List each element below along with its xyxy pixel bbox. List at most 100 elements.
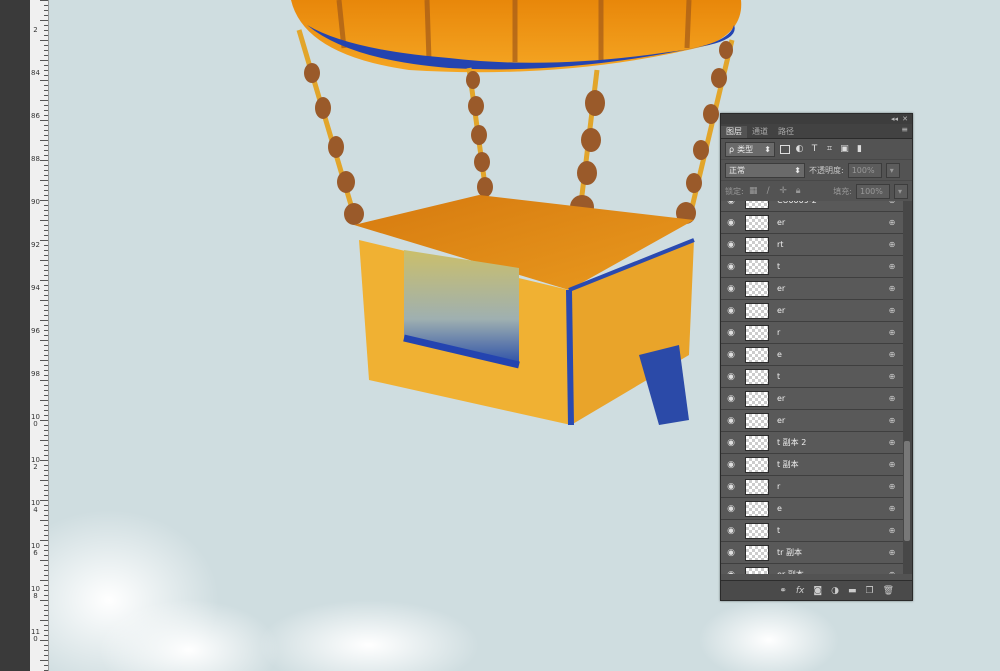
tab-paths[interactable]: 路径 [773,126,799,138]
visibility-eye-icon[interactable]: ◉ [721,201,741,206]
layer-name[interactable]: er [777,416,885,425]
lock-icon: ⊕ [888,438,896,447]
layer-row[interactable]: ◉ er ⊕ [721,278,903,300]
ruler-tick [44,5,48,6]
layer-row[interactable]: ◉ t 副本 2 ⊕ [721,432,903,454]
visibility-eye-icon[interactable]: ◉ [721,570,741,575]
panel-menu-icon[interactable]: ≡ [901,125,908,134]
layer-row[interactable]: ◉ er ⊕ [721,388,903,410]
layer-name[interactable]: rt [777,240,885,249]
lock-icon: ⊕ [885,201,899,205]
blend-mode-select[interactable]: 正常 ⬍ [725,162,805,178]
ruler-tick [44,415,48,416]
link-layers-icon[interactable]: ⚭ [779,586,787,596]
layer-row[interactable]: ◉ er ⊕ [721,300,903,322]
ruler-tick [40,320,48,321]
layer-row[interactable]: ◉ t ⊕ [721,256,903,278]
layer-name[interactable]: er [777,284,885,293]
layer-name[interactable]: e [777,350,885,359]
ruler-tick [44,350,48,351]
ruler-tick [44,145,48,146]
layer-row[interactable]: ◉ r ⊕ [721,476,903,498]
collapse-icon[interactable]: ◂◂ [891,114,898,124]
layer-name[interactable]: e [777,504,885,513]
adjustment-filter-icon[interactable]: ◐ [794,144,805,155]
layer-name[interactable]: er [777,306,885,315]
visibility-eye-icon[interactable]: ◉ [721,328,741,338]
visibility-eye-icon[interactable]: ◉ [721,372,741,382]
smart-object-filter-icon[interactable]: ▣ [839,144,850,155]
toggle-filter-icon[interactable]: ▮ [854,144,865,155]
ruler-tick [44,650,48,651]
visibility-eye-icon[interactable]: ◉ [721,284,741,294]
fx-icon[interactable]: fx [796,586,805,596]
layer-row[interactable]: ◉ t ⊕ [721,366,903,388]
layer-row[interactable]: ◉ r ⊕ [721,322,903,344]
opacity-field[interactable]: 100% [847,162,882,178]
add-mask-icon[interactable]: ◙ [813,586,822,596]
layer-row[interactable]: ◉ er 副本⊕ [721,564,903,574]
visibility-eye-icon[interactable]: ◉ [721,460,741,470]
text-filter-icon[interactable]: T [809,144,820,155]
new-group-icon[interactable]: ▬ [848,586,857,596]
visibility-eye-icon[interactable]: ◉ [721,394,741,404]
adjustment-layer-icon[interactable]: ◑ [831,586,839,596]
layer-row[interactable]: ◉ tr 副本 ⊕ [721,542,903,564]
visibility-eye-icon[interactable]: ◉ [721,306,741,316]
layers-scrollbar[interactable] [903,201,912,574]
visibility-eye-icon[interactable]: ◉ [721,504,741,514]
tab-layers[interactable]: 图层 [721,126,747,138]
opacity-arrow-icon[interactable]: ▾ [885,162,900,178]
layer-name[interactable]: er [777,218,885,227]
layer-name[interactable]: er [777,394,885,403]
visibility-eye-icon[interactable]: ◉ [721,526,741,536]
layer-name[interactable]: er 副本 [777,569,885,574]
layer-row[interactable]: ◉ rt ⊕ [721,234,903,256]
layer-name[interactable]: t 副本 2 [777,437,885,448]
lock-move-icon[interactable]: ✛ [778,186,789,197]
layer-row[interactable]: ◉ t ⊕ [721,520,903,542]
visibility-eye-icon[interactable]: ◉ [721,218,741,228]
visibility-eye-icon[interactable]: ◉ [721,438,741,448]
ruler-tick [44,585,48,586]
layer-row[interactable]: ◉ CU0009-2⊕ [721,201,903,212]
new-layer-icon[interactable]: ❐ [865,586,873,596]
layer-row[interactable]: ◉ e ⊕ [721,344,903,366]
visibility-eye-icon[interactable]: ◉ [721,350,741,360]
layer-row[interactable]: ◉ er ⊕ [721,410,903,432]
layer-row[interactable]: ◉ er ⊕ [721,212,903,234]
delete-layer-icon[interactable]: 🗑︎ [883,586,894,596]
lock-paint-icon[interactable]: ∕ [763,186,774,197]
fill-field[interactable]: 100% [856,183,890,199]
ruler-tick [44,215,48,216]
layer-name[interactable]: CU0009-2 [777,201,885,205]
layer-row[interactable]: ◉ t 副本 ⊕ [721,454,903,476]
lock-all-icon[interactable]: 🔒︎ [793,186,804,197]
visibility-eye-icon[interactable]: ◉ [721,548,741,558]
layers-list[interactable]: ◉CU0009-2⊕◉er⊕◉rt⊕◉t⊕◉er⊕◉er⊕◉r⊕◉e⊕◉t⊕◉e… [721,201,903,574]
ruler-tick [44,175,48,176]
lock-transparency-icon[interactable]: ▦ [748,186,759,197]
layer-thumbnail [745,456,769,473]
fill-arrow-icon[interactable]: ▾ [894,183,908,199]
filter-kind-select[interactable]: ρ 类型 ⬍ [725,141,775,157]
shape-filter-icon[interactable]: ⌗ [824,144,835,155]
layer-row[interactable]: ◉ e ⊕ [721,498,903,520]
layer-name[interactable]: r [777,328,885,337]
layer-name[interactable]: t 副本 [777,459,885,470]
layer-thumbnail [745,478,769,495]
layer-name[interactable]: t [777,526,885,535]
ruler-tick [44,545,48,546]
visibility-eye-icon[interactable]: ◉ [721,416,741,426]
scrollbar-thumb[interactable] [904,441,910,541]
layer-name[interactable]: r [777,482,885,491]
close-icon[interactable]: ✕ [902,114,908,124]
layer-name[interactable]: t [777,262,885,271]
visibility-eye-icon[interactable]: ◉ [721,482,741,492]
visibility-eye-icon[interactable]: ◉ [721,262,741,272]
tab-channels[interactable]: 通道 [747,126,773,138]
layer-name[interactable]: tr 副本 [777,547,885,558]
layer-name[interactable]: t [777,372,885,381]
image-filter-icon[interactable] [779,144,790,155]
visibility-eye-icon[interactable]: ◉ [721,240,741,250]
